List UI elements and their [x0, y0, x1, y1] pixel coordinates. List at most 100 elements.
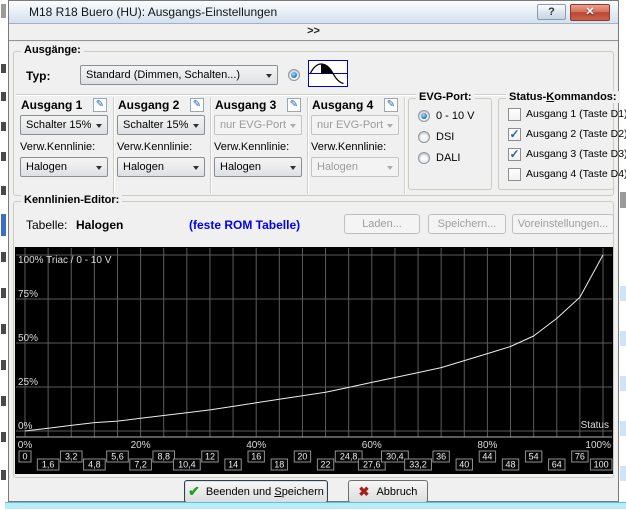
- channel-column-2: Ausgang 2 ✎ Schalter 15% Verw.Kennlinie:…: [113, 97, 211, 194]
- channel-curve-select: Halogen: [311, 157, 399, 177]
- checkbox-label: Ausgang 1 (Taste D1): [526, 108, 626, 121]
- background-window-fragment: [1, 122, 6, 131]
- svg-text:64: 64: [552, 460, 562, 470]
- background-window-fragment: [1, 4, 6, 18]
- channel-mode-select: nur EVG-Port: [311, 115, 399, 135]
- help-button[interactable]: ?: [537, 4, 566, 20]
- svg-text:8,8: 8,8: [157, 452, 170, 462]
- channel-curve-select[interactable]: Halogen: [20, 157, 108, 177]
- svg-text:54: 54: [529, 452, 539, 462]
- checkbox-ausgang-3[interactable]: ✓: [508, 148, 521, 161]
- chevron-down-icon: [193, 124, 199, 128]
- svg-text:100: 100: [594, 460, 609, 470]
- background-window-fragment: [620, 466, 626, 481]
- titlebar[interactable]: M18 R18 Buero (HU): Ausgangs-Einstellung…: [9, 1, 618, 24]
- kennlinie-label: Verw.Kennlinie:: [311, 141, 386, 153]
- checkbox-ausgang-4[interactable]: [508, 168, 521, 181]
- radio-dali[interactable]: [418, 152, 430, 164]
- presets-button-label: Voreinstellungen...: [513, 215, 613, 233]
- checkbox-ausgang-2[interactable]: ✓: [508, 128, 521, 141]
- channel-mode-value: Schalter 15%: [123, 119, 188, 131]
- chevron-down-icon: [96, 166, 102, 170]
- background-window-fragment: [1, 470, 6, 480]
- checkbox-row: Ausgang 1 (Taste D1): [508, 107, 611, 123]
- checkbox-row: ✓ Ausgang 3 (Taste D3): [508, 147, 611, 163]
- svg-text:44: 44: [482, 452, 492, 462]
- cancel-button[interactable]: ✖ Abbruch: [348, 480, 428, 503]
- svg-text:4,8: 4,8: [88, 460, 101, 470]
- svg-text:Status: Status: [581, 420, 609, 431]
- svg-text:30,4: 30,4: [386, 452, 404, 462]
- radio-0-10v[interactable]: [418, 110, 430, 122]
- chevron-down-icon: [290, 124, 296, 128]
- svg-text:0%: 0%: [18, 440, 33, 451]
- background-window-fragment: [1, 396, 6, 406]
- channel-mode-value: nur EVG-Port: [317, 119, 383, 131]
- channel-curve-select[interactable]: Halogen: [214, 157, 302, 177]
- svg-text:0%: 0%: [18, 421, 33, 432]
- screen: M18 R18 Buero (HU): Ausgangs-Einstellung…: [0, 0, 626, 510]
- evg-port-label: EVG-Port:: [416, 91, 475, 103]
- rom-note: (feste ROM Tabelle): [189, 218, 300, 232]
- channel-mode-select[interactable]: Schalter 15%: [117, 115, 205, 135]
- svg-text:36: 36: [436, 452, 446, 462]
- background-window-fragment: [1, 360, 6, 370]
- expand-button[interactable]: >>: [9, 23, 618, 42]
- svg-text:5,6: 5,6: [111, 452, 124, 462]
- type-radio[interactable]: [288, 69, 300, 81]
- presets-button: Voreinstellungen...: [512, 214, 614, 234]
- channel-curve-value: Halogen: [220, 161, 261, 173]
- channel-curve-value: Halogen: [317, 161, 358, 173]
- background-window-fragment: [620, 286, 626, 301]
- status-commands-group: Status-Kommandos: Ausgang 1 (Taste D1) ✓…: [498, 98, 614, 190]
- channel-title: Ausgang 3: [215, 98, 276, 112]
- save-button-label: Beenden und: [206, 486, 275, 498]
- close-button[interactable]: ✕: [570, 4, 610, 21]
- svg-text:25%: 25%: [18, 377, 38, 388]
- svg-text:40%: 40%: [246, 440, 266, 451]
- load-button-label: Laden...: [345, 215, 419, 233]
- edit-icon[interactable]: ✎: [384, 98, 398, 112]
- chevron-down-icon: [387, 166, 393, 170]
- svg-text:48: 48: [506, 460, 516, 470]
- channel-title: Ausgang 2: [118, 98, 179, 112]
- save-table-button: Speichern...: [428, 214, 506, 234]
- checkbox-row: ✓ Ausgang 2 (Taste D2): [508, 127, 611, 143]
- svg-text:24,8: 24,8: [340, 452, 358, 462]
- checkbox-label: Ausgang 4 (Taste D4): [526, 168, 626, 181]
- save-and-close-button[interactable]: ✔Beenden und Speichern: [184, 480, 328, 503]
- edit-icon[interactable]: ✎: [287, 98, 301, 112]
- background-window-fragment: [620, 376, 626, 391]
- chevron-down-icon: [290, 166, 296, 170]
- x-icon: ✖: [359, 484, 370, 499]
- channel-curve-select[interactable]: Halogen: [117, 157, 205, 177]
- radio-row: DALI: [418, 151, 489, 167]
- svg-text:33,2: 33,2: [409, 460, 427, 470]
- background-window-fragment: [1, 252, 6, 262]
- window-title: M18 R18 Buero (HU): Ausgangs-Einstellung…: [29, 1, 277, 23]
- channel-mode-select[interactable]: Schalter 15%: [20, 115, 108, 135]
- background-window-fragment: [1, 214, 6, 236]
- radio-dsi[interactable]: [418, 131, 430, 143]
- svg-text:3,2: 3,2: [65, 452, 78, 462]
- check-icon: ✔: [188, 483, 200, 499]
- radio-row: DSI: [418, 130, 489, 146]
- save-table-button-label: Speichern...: [429, 215, 505, 233]
- checkbox-ausgang-1[interactable]: [508, 108, 521, 121]
- checkbox-row: Ausgang 4 (Taste D4): [508, 167, 611, 183]
- evg-port-group: EVG-Port: 0 - 10 V DSI DALI: [408, 98, 492, 190]
- edit-icon[interactable]: ✎: [190, 98, 204, 112]
- channel-column-3: Ausgang 3 ✎ nur EVG-Port Verw.Kennlinie:…: [210, 97, 308, 194]
- cancel-button-label: Abbruch: [376, 486, 417, 498]
- background-window-fragment: [1, 186, 6, 195]
- background-window-fragment: [1, 92, 6, 101]
- type-select[interactable]: Standard (Dimmen, Schalten...): [80, 65, 278, 85]
- edit-icon[interactable]: ✎: [93, 98, 107, 112]
- svg-text:12: 12: [205, 452, 215, 462]
- kennlinie-chart[interactable]: 100% Triac / 0 - 10 V75%50%25%0%Status0%…: [15, 247, 613, 474]
- channel-mode-select: nur EVG-Port: [214, 115, 302, 135]
- svg-text:7,2: 7,2: [134, 460, 147, 470]
- svg-text:20%: 20%: [131, 440, 151, 451]
- background-window-fragment: [620, 421, 626, 436]
- type-select-value: Standard (Dimmen, Schalten...): [86, 69, 240, 81]
